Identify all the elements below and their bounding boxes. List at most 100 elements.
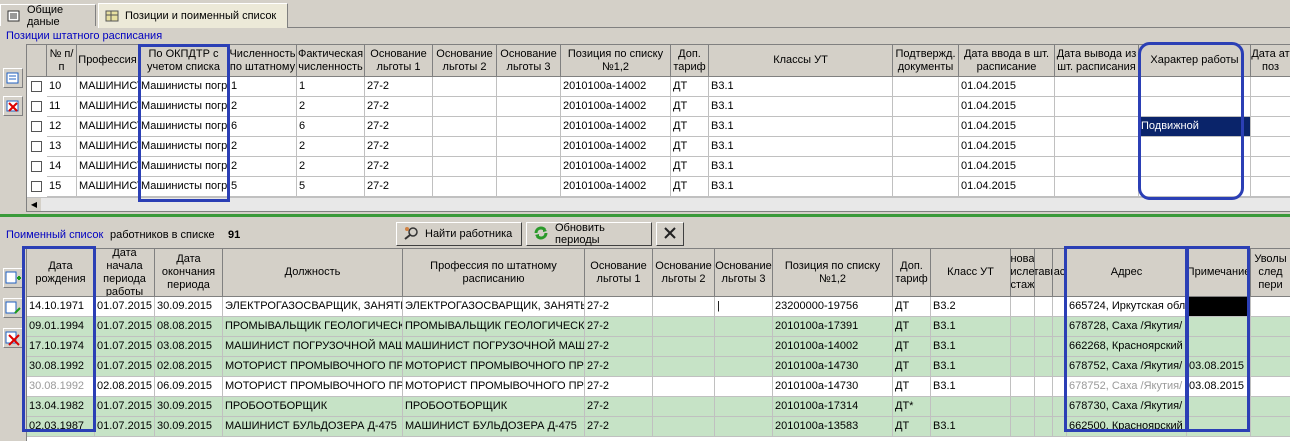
- table-cell[interactable]: 03.08.2015: [155, 337, 223, 357]
- table-cell[interactable]: В3.1: [709, 137, 893, 157]
- table-cell[interactable]: [893, 77, 959, 97]
- table-cell[interactable]: [653, 317, 715, 337]
- table-cell[interactable]: 2010100а-14730: [773, 357, 893, 377]
- table-cell[interactable]: 27-2: [365, 97, 433, 117]
- table-cell[interactable]: 15: [47, 177, 77, 197]
- table-cell[interactable]: [653, 397, 715, 417]
- table-cell[interactable]: 01.04.2015: [959, 97, 1055, 117]
- table-cell[interactable]: ДТ: [671, 177, 709, 197]
- table-cell[interactable]: МАШИНИСТ БУЛЬДОЗЕРА Д-475: [403, 417, 585, 437]
- table-cell[interactable]: МОТОРИСТ ПРОМЫВОЧНОГО ПРИБОРА: [403, 357, 585, 377]
- table-cell[interactable]: 27-2: [365, 117, 433, 137]
- table-cell[interactable]: ДТ: [893, 317, 931, 337]
- table-cell[interactable]: [1055, 137, 1139, 157]
- table-cell[interactable]: 27-2: [365, 77, 433, 97]
- table-cell[interactable]: 14: [47, 157, 77, 177]
- table-cell[interactable]: 2010100а-14002: [561, 117, 671, 137]
- table-cell[interactable]: [1055, 177, 1139, 197]
- table-cell[interactable]: 2: [229, 137, 297, 157]
- table-cell[interactable]: 1: [229, 77, 297, 97]
- row-checkbox[interactable]: [31, 81, 42, 92]
- table-cell[interactable]: 10: [47, 77, 77, 97]
- table-cell[interactable]: МАШИНИСТ: [77, 97, 139, 117]
- table-cell[interactable]: [1251, 97, 1290, 117]
- table-cell[interactable]: 2: [297, 137, 365, 157]
- table-cell[interactable]: [893, 97, 959, 117]
- table-cell[interactable]: [1011, 377, 1035, 397]
- table-cell[interactable]: [715, 337, 773, 357]
- table-cell[interactable]: [433, 117, 497, 137]
- delete-employee-button[interactable]: [3, 328, 23, 348]
- table-cell[interactable]: [653, 297, 715, 317]
- table-cell[interactable]: ПРОМЫВАЛЬЩИК ГЕОЛОГИЧЕСКИХ: [403, 317, 585, 337]
- table-cell[interactable]: 27-2: [585, 357, 653, 377]
- table-cell[interactable]: [1251, 417, 1290, 437]
- table-cell[interactable]: ДТ: [671, 97, 709, 117]
- table-cell[interactable]: [497, 157, 561, 177]
- table-cell[interactable]: 01.04.2015: [959, 117, 1055, 137]
- table-cell[interactable]: В3.1: [709, 97, 893, 117]
- table-cell[interactable]: 27-2: [585, 397, 653, 417]
- table-cell[interactable]: [1251, 177, 1290, 197]
- table-cell[interactable]: В3.1: [931, 377, 1011, 397]
- table-cell[interactable]: 11: [47, 97, 77, 117]
- table-cell[interactable]: [1055, 117, 1139, 137]
- table-cell[interactable]: ДТ: [893, 377, 931, 397]
- table-cell[interactable]: [653, 337, 715, 357]
- table-cell[interactable]: [715, 357, 773, 377]
- edit-employee-button[interactable]: [3, 298, 23, 318]
- table-cell[interactable]: [715, 317, 773, 337]
- table-cell[interactable]: [1055, 157, 1139, 177]
- table-cell[interactable]: В3.2: [931, 297, 1011, 317]
- table-cell[interactable]: 2010100а-14002: [561, 97, 671, 117]
- table-cell[interactable]: [653, 417, 715, 437]
- table-cell[interactable]: [893, 157, 959, 177]
- table-cell[interactable]: 06.09.2015: [155, 377, 223, 397]
- table-cell[interactable]: [715, 417, 773, 437]
- table-cell[interactable]: В3.1: [931, 357, 1011, 377]
- table-cell[interactable]: 01.07.2015: [95, 357, 155, 377]
- table-cell[interactable]: [497, 117, 561, 137]
- table-cell[interactable]: 2010100а-14002: [773, 337, 893, 357]
- table-cell[interactable]: В3.1: [709, 117, 893, 137]
- table-cell[interactable]: 2010100а-17314: [773, 397, 893, 417]
- add-position-button[interactable]: [3, 68, 23, 88]
- table-cell[interactable]: 30.09.2015: [155, 297, 223, 317]
- table-cell[interactable]: В3.1: [931, 317, 1011, 337]
- table-cell[interactable]: 2: [297, 157, 365, 177]
- table-cell[interactable]: ДТ: [893, 417, 931, 437]
- table-cell[interactable]: 01.07.2015: [95, 397, 155, 417]
- table-cell[interactable]: 2: [297, 97, 365, 117]
- table-cell[interactable]: [715, 397, 773, 417]
- table-cell[interactable]: 2010100а-14002: [561, 157, 671, 177]
- row-checkbox[interactable]: [31, 101, 42, 112]
- table-cell[interactable]: МАШИНИСТ ПОГРУЗОЧНОЙ МАШИНЫ: [403, 337, 585, 357]
- table-cell[interactable]: [1251, 357, 1290, 377]
- table-cell[interactable]: ДТ: [671, 117, 709, 137]
- table-cell[interactable]: [1251, 297, 1290, 317]
- table-cell[interactable]: ДТ: [671, 137, 709, 157]
- table-cell[interactable]: 01.04.2015: [959, 77, 1055, 97]
- table-cell[interactable]: 01.07.2015: [95, 417, 155, 437]
- table-cell[interactable]: [893, 117, 959, 137]
- table-cell[interactable]: [1011, 357, 1035, 377]
- table-cell[interactable]: ДТ: [893, 357, 931, 377]
- table-cell[interactable]: [1035, 377, 1053, 397]
- table-cell[interactable]: [653, 377, 715, 397]
- table-cell[interactable]: ПРОМЫВАЛЬЩИК ГЕОЛОГИЧЕСКИХ: [223, 317, 403, 337]
- table-cell[interactable]: [893, 177, 959, 197]
- table-cell[interactable]: 02.08.2015: [155, 357, 223, 377]
- table-cell[interactable]: 27-2: [585, 337, 653, 357]
- table-cell[interactable]: ДТ: [893, 337, 931, 357]
- table-cell[interactable]: ЭЛЕКТРОГАЗОСВАРЩИК, ЗАНЯТЫЙ: [223, 297, 403, 317]
- table-cell[interactable]: 27-2: [585, 317, 653, 337]
- row-checkbox[interactable]: [31, 141, 42, 152]
- table-cell[interactable]: [1251, 117, 1290, 137]
- table-cell[interactable]: [893, 137, 959, 157]
- table-cell[interactable]: [1055, 97, 1139, 117]
- tab-positions[interactable]: Позиции и поименный список: [98, 3, 288, 28]
- table-cell[interactable]: 27-2: [365, 137, 433, 157]
- table-cell[interactable]: 1: [297, 77, 365, 97]
- table-cell[interactable]: [1251, 337, 1290, 357]
- table-cell[interactable]: 2010100а-14002: [561, 137, 671, 157]
